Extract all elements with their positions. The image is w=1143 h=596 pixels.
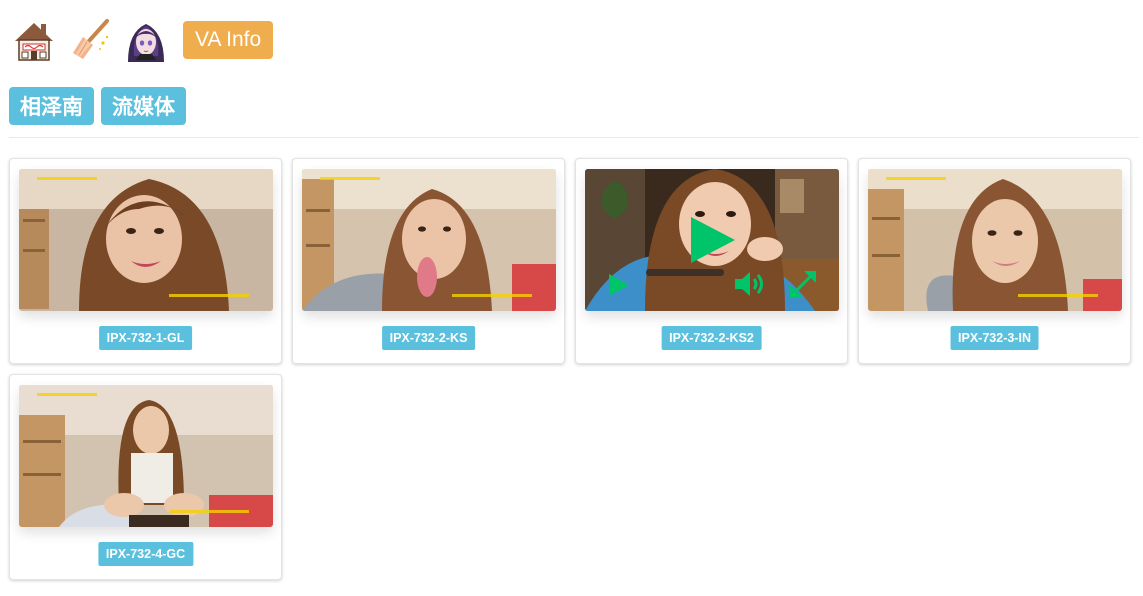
video-card[interactable]: IPX-732-4-GC (9, 374, 282, 580)
video-player[interactable] (585, 169, 839, 311)
video-card[interactable]: IPX-732-2-KS2 (575, 158, 848, 364)
top-bar: VA Info (10, 16, 274, 64)
video-thumbnail[interactable] (302, 169, 556, 311)
video-label[interactable]: IPX-732-2-KS2 (661, 326, 762, 350)
broom-icon[interactable] (66, 16, 114, 64)
tag-streaming[interactable]: 流媒体 (101, 87, 186, 125)
play-icon[interactable] (691, 217, 735, 263)
video-label[interactable]: IPX-732-1-GL (98, 326, 193, 350)
video-label[interactable]: IPX-732-3-IN (950, 326, 1039, 350)
tag-list: 相泽南 流媒体 (9, 87, 186, 125)
video-label[interactable]: IPX-732-4-GC (97, 542, 194, 566)
video-card[interactable]: IPX-732-1-GL (9, 158, 282, 364)
video-thumbnail[interactable] (868, 169, 1122, 311)
video-grid: IPX-732-1-GL IPX-732-2-KS IPX-732-2-KS2 … (9, 158, 1139, 580)
volume-icon[interactable] (735, 270, 765, 298)
player-controls (585, 169, 839, 311)
avatar[interactable] (122, 16, 170, 64)
home-icon[interactable] (10, 16, 58, 64)
video-card[interactable]: IPX-732-2-KS (292, 158, 565, 364)
tag-actress[interactable]: 相泽南 (9, 87, 94, 125)
video-thumbnail[interactable] (19, 385, 273, 527)
fullscreen-icon[interactable] (788, 269, 818, 299)
progress-bar[interactable] (646, 269, 724, 276)
divider (9, 137, 1139, 138)
video-label[interactable]: IPX-732-2-KS (381, 326, 476, 350)
play-button-icon[interactable] (609, 274, 629, 296)
video-thumbnail[interactable] (19, 169, 273, 311)
video-card[interactable]: IPX-732-3-IN (858, 158, 1131, 364)
va-info-button[interactable]: VA Info (183, 21, 274, 59)
